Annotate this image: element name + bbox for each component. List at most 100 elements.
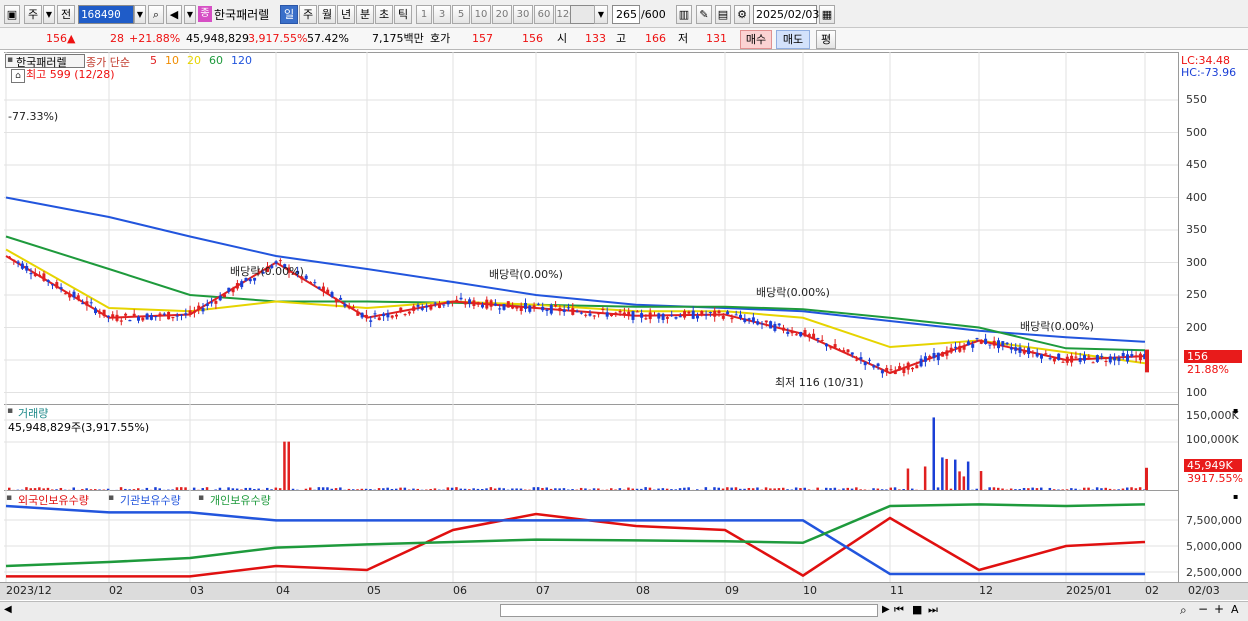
candle-body xyxy=(614,312,618,314)
interval-button-3[interactable]: 10 xyxy=(471,5,491,24)
candle-body xyxy=(605,312,609,317)
candle-body xyxy=(85,301,89,306)
holding-tick-1: 5,000,000 xyxy=(1186,540,1242,553)
candle-body xyxy=(180,314,183,316)
market-select[interactable]: 주 xyxy=(24,5,42,24)
candle-body xyxy=(128,319,132,322)
candle-body xyxy=(386,313,390,318)
candle-body xyxy=(420,307,424,310)
x-tick-6: 07 xyxy=(536,584,550,597)
interval-button-5[interactable]: 30 xyxy=(513,5,533,24)
candle-body xyxy=(949,347,953,353)
candle-body xyxy=(304,275,308,279)
stock-code-input[interactable]: 168490 xyxy=(78,5,134,24)
stock-badge: 종 xyxy=(198,6,212,22)
buy-button[interactable]: 매수 xyxy=(740,30,772,49)
market-dropdown-icon[interactable]: ▼ xyxy=(43,5,55,24)
blank-dropdown-icon[interactable]: ▼ xyxy=(594,5,608,24)
volume-menu-icon[interactable]: ▪ xyxy=(7,406,13,416)
candle-body xyxy=(89,302,93,304)
avg-button[interactable]: 평 xyxy=(816,30,836,49)
period-button-5[interactable]: 초 xyxy=(375,5,393,24)
save-icon[interactable]: ▤ xyxy=(715,5,731,24)
count-total: /600 xyxy=(641,8,666,21)
candle-body xyxy=(700,311,704,316)
code-dropdown-icon[interactable]: ▼ xyxy=(134,5,146,24)
search-icon[interactable]: ⌕ xyxy=(148,5,164,24)
candle-body xyxy=(941,352,945,357)
holding-legend-2[interactable]: 개인보유수량 xyxy=(210,492,271,508)
candle-body xyxy=(704,314,708,316)
prev-button[interactable]: 전 xyxy=(57,5,75,24)
minus-icon[interactable]: − xyxy=(1198,602,1208,616)
sell-button[interactable]: 매도 xyxy=(776,30,810,49)
holding-legend-0[interactable]: 외국인보유수량 xyxy=(18,492,89,508)
holdings-close-icon[interactable]: ▪ xyxy=(1233,492,1238,501)
dividend-note-3: 배당락(0.00%) xyxy=(1020,320,1094,333)
menu-icon[interactable]: ▪ xyxy=(7,55,13,65)
auto-icon[interactable]: A xyxy=(1231,603,1239,616)
candle-body xyxy=(958,345,962,352)
interval-button-1[interactable]: 3 xyxy=(433,5,451,24)
draw-tools-icon[interactable]: ✎ xyxy=(696,5,712,24)
candle-body xyxy=(339,297,343,300)
sound-dropdown-icon[interactable]: ▼ xyxy=(184,5,196,24)
candle-body xyxy=(610,313,613,317)
period-button-4[interactable]: 분 xyxy=(356,5,374,24)
candle-body xyxy=(734,314,738,316)
plus-icon[interactable]: + xyxy=(1214,602,1224,616)
candle-body xyxy=(773,323,777,331)
first-page-icon[interactable]: ⏮ xyxy=(894,603,904,617)
date-input[interactable]: 2025/02/03 xyxy=(753,5,819,24)
change-value: 28 xyxy=(110,32,124,45)
interval-button-0[interactable]: 1 xyxy=(416,5,432,24)
ma-legend-5[interactable]: 5 xyxy=(150,54,157,67)
count-input[interactable]: 265 xyxy=(612,5,640,24)
ma-legend-120[interactable]: 120 xyxy=(231,54,252,67)
current-volume-pct: 3917.55% xyxy=(1187,472,1243,485)
calendar-icon[interactable]: ▦ xyxy=(819,5,835,24)
lock-icon[interactable]: ⌂ xyxy=(11,69,25,83)
period-button-6[interactable]: 틱 xyxy=(394,5,412,24)
candle-body xyxy=(472,300,476,307)
period-button-0[interactable]: 일 xyxy=(280,5,298,24)
holding-legend-1[interactable]: 기관보유수량 xyxy=(120,492,181,508)
holding-tick-2: 2,500,000 xyxy=(1186,566,1242,579)
interval-button-4[interactable]: 20 xyxy=(492,5,512,24)
volume-close-icon[interactable]: ▪ xyxy=(1233,406,1238,415)
period-button-1[interactable]: 주 xyxy=(299,5,317,24)
period-button-2[interactable]: 월 xyxy=(318,5,336,24)
candle-icon[interactable]: ▥ xyxy=(676,5,692,24)
zoom-icon[interactable]: ⌕ xyxy=(1180,603,1187,618)
open-label: 시 xyxy=(557,32,568,45)
candle-body xyxy=(756,321,760,325)
last-page-icon[interactable]: ⏭ xyxy=(928,603,938,617)
interval-button-2[interactable]: 5 xyxy=(452,5,470,24)
candle-body xyxy=(807,334,811,337)
ma-legend-60[interactable]: 60 xyxy=(209,54,223,67)
stock-name: 한국패러렐 xyxy=(214,8,270,22)
candle-body xyxy=(911,367,914,370)
stop-icon[interactable]: ■ xyxy=(912,603,922,616)
high-note: 최고 599 (12/28) xyxy=(26,68,115,81)
sound-icon[interactable]: ◀ xyxy=(166,5,182,24)
candle-body xyxy=(197,305,201,310)
candle-body xyxy=(1126,354,1129,362)
candle-body xyxy=(205,303,209,306)
gear-icon[interactable]: ⚙ xyxy=(734,5,750,24)
hoga-label: 호가 xyxy=(430,32,451,45)
ma-legend-20[interactable]: 20 xyxy=(187,54,201,67)
candle-body xyxy=(489,300,493,307)
window-menu-icon[interactable]: ▣ xyxy=(4,5,20,24)
candle-body xyxy=(154,316,158,318)
main-toolbar: ▣ 주 ▼ 전 168490 ▼ ⌕ ◀ ▼ 종 한국패러렐 일주월년분초틱 1… xyxy=(0,0,1248,28)
period-button-3[interactable]: 년 xyxy=(337,5,355,24)
ma-legend-10[interactable]: 10 xyxy=(165,54,179,67)
candle-body xyxy=(330,292,334,298)
candle-body xyxy=(248,279,252,282)
interval-button-6[interactable]: 60 xyxy=(534,5,554,24)
scroll-left-icon[interactable]: ◀ xyxy=(4,604,12,615)
scroll-right-icon[interactable]: ▶ xyxy=(882,604,890,615)
scroll-thumb[interactable] xyxy=(500,604,878,617)
candle-body xyxy=(373,313,377,315)
